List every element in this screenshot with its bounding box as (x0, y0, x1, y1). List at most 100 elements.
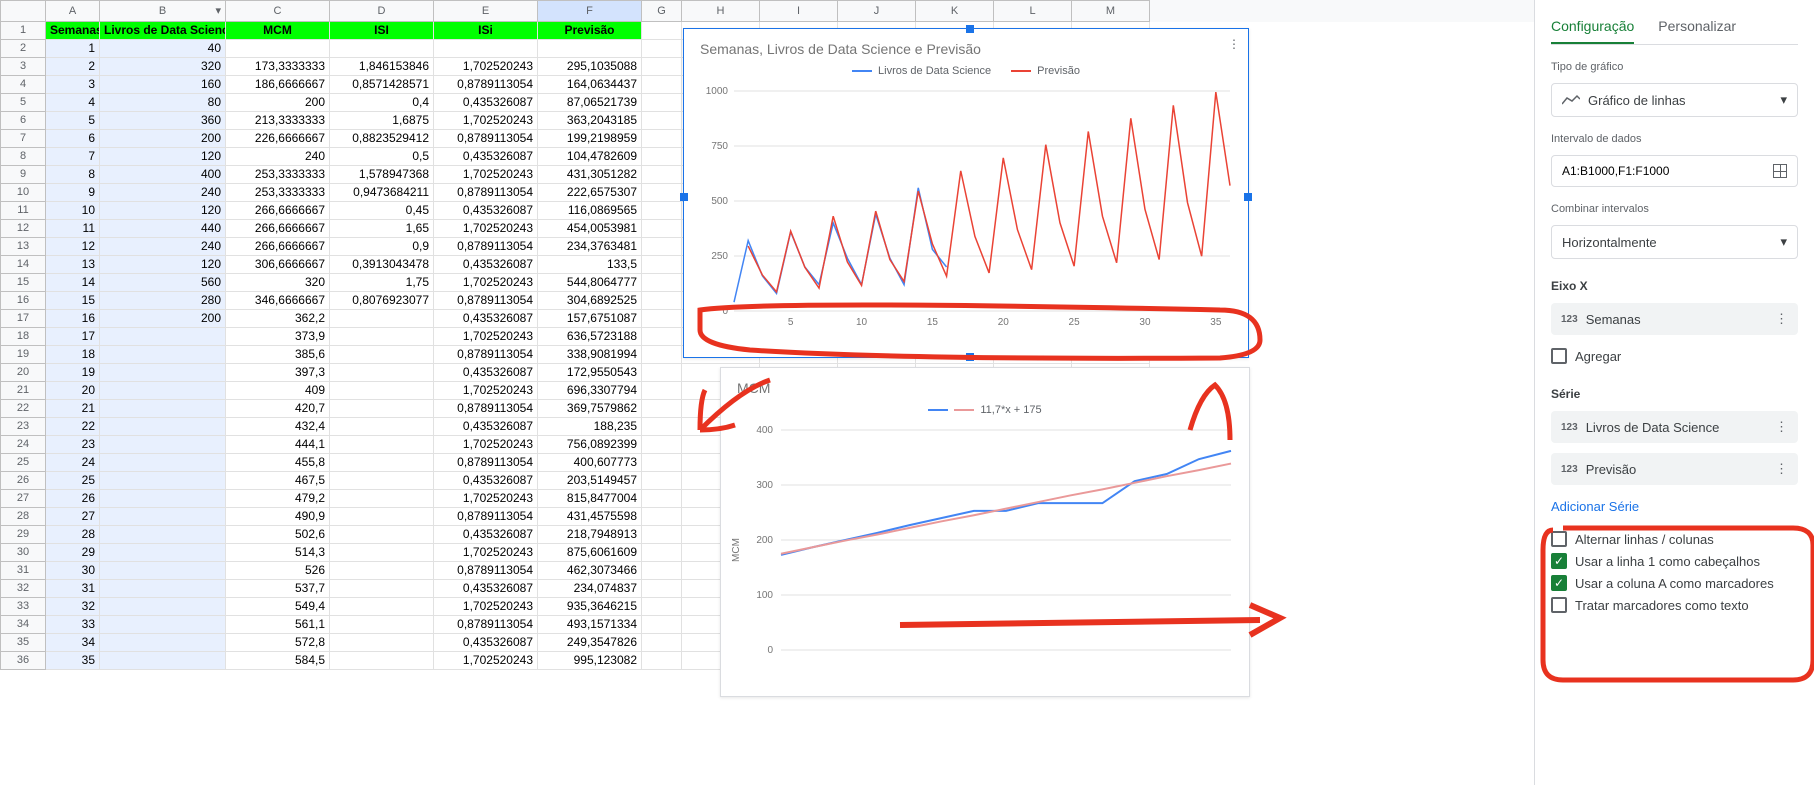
cell[interactable] (100, 436, 226, 454)
cell[interactable]: 561,1 (226, 616, 330, 634)
cell[interactable] (330, 382, 434, 400)
cell[interactable] (642, 184, 682, 202)
cell[interactable]: 502,6 (226, 526, 330, 544)
cell[interactable]: 6 (46, 130, 100, 148)
col-header-M[interactable]: M (1072, 0, 1150, 22)
cell[interactable] (642, 220, 682, 238)
aggregate-checkbox[interactable] (1551, 348, 1567, 364)
cell[interactable] (642, 544, 682, 562)
cell[interactable]: 280 (100, 292, 226, 310)
cell[interactable] (100, 472, 226, 490)
cell[interactable]: 0,8076923077 (330, 292, 434, 310)
cell[interactable]: 935,3646215 (538, 598, 642, 616)
chart-main[interactable]: ⋮ Semanas, Livros de Data Science e Prev… (683, 28, 1249, 358)
cell[interactable]: 173,3333333 (226, 58, 330, 76)
cell[interactable]: 15 (46, 292, 100, 310)
col-header-K[interactable]: K (916, 0, 994, 22)
cell[interactable] (330, 40, 434, 58)
cell[interactable]: 636,5723188 (538, 328, 642, 346)
cell[interactable]: 560 (100, 274, 226, 292)
cell[interactable]: 454,0053981 (538, 220, 642, 238)
combine-select[interactable]: Horizontalmente ▾ (1551, 225, 1798, 259)
cell[interactable]: 0,435326087 (434, 472, 538, 490)
cell[interactable]: 240 (100, 184, 226, 202)
tab-setup[interactable]: Configuração (1551, 10, 1634, 44)
select-all-corner[interactable] (0, 0, 46, 22)
cell[interactable]: 0,435326087 (434, 634, 538, 652)
cell[interactable]: 0,435326087 (434, 256, 538, 274)
row-header[interactable]: 35 (0, 634, 46, 652)
cell[interactable]: 80 (100, 94, 226, 112)
cell[interactable]: 572,8 (226, 634, 330, 652)
col-header-D[interactable]: D (330, 0, 434, 22)
header-cell[interactable]: Semanas (46, 22, 100, 40)
cell[interactable] (100, 508, 226, 526)
cell[interactable]: 13 (46, 256, 100, 274)
row-header[interactable]: 32 (0, 580, 46, 598)
cell[interactable] (100, 652, 226, 670)
cell[interactable]: 0,8789113054 (434, 346, 538, 364)
row-header[interactable]: 34 (0, 616, 46, 634)
treat-labels-text-checkbox[interactable] (1551, 597, 1567, 613)
cell[interactable] (100, 490, 226, 508)
cell[interactable] (330, 418, 434, 436)
cell[interactable]: 0,435326087 (434, 418, 538, 436)
row-header[interactable]: 19 (0, 346, 46, 364)
cell[interactable]: 0,8823529412 (330, 130, 434, 148)
cell[interactable] (642, 364, 682, 382)
cell[interactable]: 400 (100, 166, 226, 184)
cell[interactable]: 200 (100, 310, 226, 328)
cell[interactable]: 1,702520243 (434, 112, 538, 130)
cell[interactable]: 12 (46, 238, 100, 256)
cell[interactable]: 462,3073466 (538, 562, 642, 580)
cell[interactable]: 338,9081994 (538, 346, 642, 364)
cell[interactable]: 0,8571428571 (330, 76, 434, 94)
cell[interactable]: 0,8789113054 (434, 508, 538, 526)
cell[interactable] (100, 382, 226, 400)
cell[interactable]: 0,435326087 (434, 148, 538, 166)
cell[interactable]: 1,702520243 (434, 382, 538, 400)
row-header[interactable]: 26 (0, 472, 46, 490)
cell[interactable] (642, 652, 682, 670)
cell[interactable]: 1,702520243 (434, 58, 538, 76)
cell[interactable] (330, 616, 434, 634)
cell[interactable] (642, 202, 682, 220)
cell[interactable] (100, 580, 226, 598)
cell[interactable]: 17 (46, 328, 100, 346)
cell[interactable]: 400,607773 (538, 454, 642, 472)
cell[interactable]: 1,702520243 (434, 436, 538, 454)
cell[interactable]: 455,8 (226, 454, 330, 472)
chart-mcm[interactable]: MCM 11,7*x + 175 0100200300400MCM (720, 367, 1250, 697)
cell[interactable]: 0,8789113054 (434, 130, 538, 148)
cell[interactable]: 479,2 (226, 490, 330, 508)
cell[interactable]: 0,435326087 (434, 526, 538, 544)
cell[interactable]: 266,6666667 (226, 220, 330, 238)
cell[interactable]: 1,702520243 (434, 598, 538, 616)
col-header-A[interactable]: A (46, 0, 100, 22)
row-header[interactable]: 9 (0, 166, 46, 184)
cell[interactable]: 385,6 (226, 346, 330, 364)
cell[interactable]: 1,702520243 (434, 544, 538, 562)
cell[interactable] (100, 526, 226, 544)
cell[interactable]: 120 (100, 148, 226, 166)
col-header-L[interactable]: L (994, 0, 1072, 22)
cell[interactable]: 363,2043185 (538, 112, 642, 130)
cell[interactable]: 200 (226, 94, 330, 112)
cell[interactable]: 0,435326087 (434, 364, 538, 382)
cell[interactable] (642, 292, 682, 310)
row-header[interactable]: 23 (0, 418, 46, 436)
cell[interactable] (100, 634, 226, 652)
row-header[interactable]: 22 (0, 400, 46, 418)
cell[interactable]: 23 (46, 436, 100, 454)
cell[interactable] (642, 94, 682, 112)
switch-rows-cols-checkbox[interactable] (1551, 531, 1567, 547)
cell[interactable] (330, 652, 434, 670)
use-row1-headers-checkbox[interactable]: ✓ (1551, 553, 1567, 569)
row-header[interactable]: 20 (0, 364, 46, 382)
col-header-J[interactable]: J (838, 0, 916, 22)
cell[interactable]: 537,7 (226, 580, 330, 598)
cell[interactable] (642, 274, 682, 292)
cell[interactable]: 304,6892525 (538, 292, 642, 310)
header-cell[interactable]: Livros de Data Science (100, 22, 226, 40)
cell[interactable]: 0,8789113054 (434, 400, 538, 418)
